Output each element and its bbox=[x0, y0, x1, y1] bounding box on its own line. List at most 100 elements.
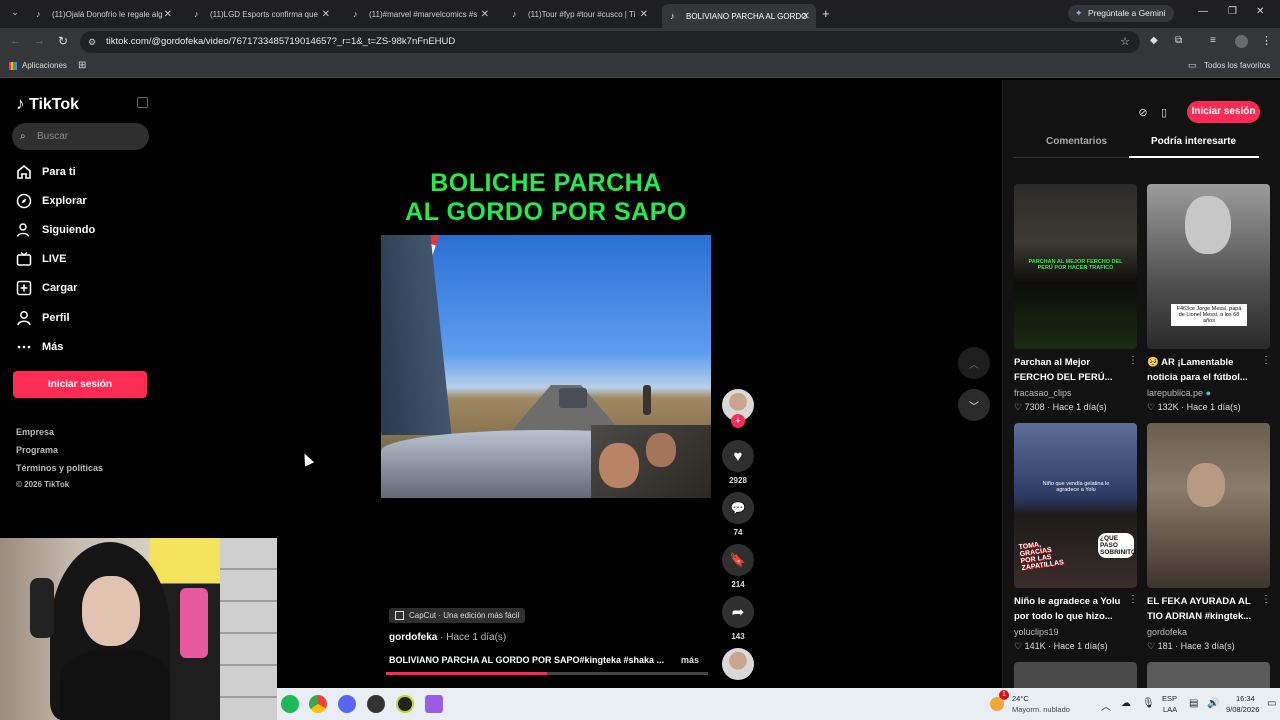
clock-date[interactable]: 9/08/2026 bbox=[1226, 705, 1259, 714]
apps-bookmark[interactable]: Aplicaciones bbox=[22, 61, 67, 70]
tray-overflow-icon[interactable]: ︿ bbox=[1101, 698, 1111, 713]
nav-para-ti[interactable]: Para ti bbox=[16, 162, 146, 182]
app-icon[interactable] bbox=[367, 695, 385, 713]
tab-groups-icon[interactable]: ⊞ bbox=[78, 60, 86, 71]
related-video-thumbnail[interactable] bbox=[1147, 662, 1270, 688]
footer-link-programa[interactable]: Programa bbox=[16, 445, 58, 455]
follow-plus-icon[interactable]: + bbox=[731, 414, 745, 428]
browser-tab[interactable]: ♪ (11)#marvel #marvelcomics #s ✕ bbox=[345, 4, 495, 24]
nav-live[interactable]: LIVE bbox=[16, 249, 146, 269]
new-tab-button[interactable]: + bbox=[822, 6, 830, 21]
browser-tab-active[interactable]: ♪ BOLIVIANO PARCHA AL GORDO ✕ bbox=[662, 4, 816, 28]
card-menu-icon[interactable]: ⋮ bbox=[1128, 594, 1138, 605]
mic-icon[interactable]: 🎙 bbox=[1142, 698, 1155, 709]
all-bookmarks-link[interactable]: Todos los favoritos bbox=[1204, 61, 1270, 70]
next-video-button[interactable]: ﹀ bbox=[958, 389, 990, 421]
related-video-title[interactable]: 🥺 AR ¡Lamentable noticia para el fútbol.… bbox=[1147, 355, 1265, 385]
related-video-user[interactable]: gordofeka bbox=[1147, 627, 1187, 637]
thumbnail-caption: PARCHAN AL MEJOR FERCHO DEL PERÚ POR HAC… bbox=[1028, 259, 1123, 271]
video-player[interactable] bbox=[381, 235, 711, 498]
browser-tab[interactable]: ♪ (11)Tour #fyp #tour #cusco | Ti ✕ bbox=[504, 4, 654, 24]
header-login-button[interactable]: Iniciar sesión bbox=[1187, 101, 1260, 123]
profile-avatar-icon[interactable] bbox=[1235, 35, 1248, 48]
related-video-user[interactable]: larepublica.pe ● bbox=[1147, 388, 1211, 398]
more-description-link[interactable]: más bbox=[681, 655, 699, 665]
save-button[interactable]: 🔖 bbox=[722, 544, 754, 576]
collapse-sidebar-icon[interactable] bbox=[137, 97, 148, 108]
nav-perfil[interactable]: Perfil bbox=[16, 308, 146, 328]
browser-tab[interactable]: ♪ (11)LGD Esports confirma que ✕ bbox=[186, 4, 336, 24]
chrome-icon[interactable] bbox=[309, 695, 327, 713]
like-button[interactable]: ♥ bbox=[722, 440, 754, 472]
comment-button[interactable]: 💬 bbox=[722, 492, 754, 524]
related-video-title[interactable]: EL FEKA AYURADA AL TIO ADRIAN #kingtek..… bbox=[1147, 594, 1265, 624]
nav-explorar[interactable]: Explorar bbox=[16, 191, 146, 211]
address-bar[interactable]: ⚙ tiktok.com/@gordofeka/video/7671733485… bbox=[80, 31, 1140, 53]
minimize-button[interactable]: — bbox=[1198, 6, 1208, 17]
share-button[interactable]: ➦ bbox=[722, 596, 754, 628]
reload-icon[interactable]: ↻ bbox=[58, 34, 68, 48]
browser-menu-icon[interactable]: ⋮ bbox=[1261, 34, 1272, 47]
tab-search-icon[interactable]: ⌄ bbox=[8, 7, 22, 21]
tab-podria-interesarte[interactable]: Podría interesarte bbox=[1151, 136, 1236, 147]
related-video-thumbnail[interactable]: F463ce Jorge Messi, papá de Lionel Messi… bbox=[1147, 184, 1270, 349]
card-menu-icon[interactable]: ⋮ bbox=[1261, 355, 1271, 366]
related-video-thumbnail[interactable] bbox=[1147, 423, 1270, 588]
video-progress-bar[interactable] bbox=[386, 672, 708, 675]
music-disc-avatar[interactable] bbox=[722, 648, 754, 680]
weather-desc[interactable]: Mayorm. nublado bbox=[1012, 705, 1070, 714]
weather-icon[interactable] bbox=[990, 697, 1004, 711]
coins-icon[interactable]: ⊘ bbox=[1133, 102, 1153, 122]
device-icon[interactable]: ▯ bbox=[1154, 102, 1174, 122]
previous-video-button[interactable]: ︿ bbox=[958, 347, 990, 379]
footer-link-terminos[interactable]: Términos y políticas bbox=[16, 463, 103, 473]
nav-mas[interactable]: Más bbox=[16, 337, 146, 357]
search-input[interactable]: ⌕ Buscar bbox=[12, 123, 149, 150]
tab-comentarios[interactable]: Comentarios bbox=[1046, 136, 1107, 147]
spotify-icon[interactable] bbox=[281, 695, 299, 713]
related-video-thumbnail[interactable]: Niño que vendía gelatina le agradece a Y… bbox=[1014, 423, 1137, 588]
related-video-thumbnail[interactable] bbox=[1014, 662, 1137, 688]
close-tab-icon[interactable]: ✕ bbox=[164, 9, 172, 20]
volume-icon[interactable]: 🔊 bbox=[1207, 698, 1219, 709]
related-video-user[interactable]: yoluclips19 bbox=[1014, 627, 1059, 637]
extensions-puzzle-icon[interactable]: ⧉ bbox=[1175, 35, 1182, 46]
obs-icon[interactable] bbox=[396, 695, 414, 713]
bookmark-star-icon[interactable]: ☆ bbox=[1120, 31, 1130, 53]
tiktok-logo[interactable]: ♪ TikTok bbox=[16, 94, 79, 114]
nav-siguiendo[interactable]: Siguiendo bbox=[16, 220, 146, 240]
maximize-button[interactable]: ❐ bbox=[1228, 6, 1237, 17]
discord-icon[interactable] bbox=[338, 695, 356, 713]
back-icon[interactable]: ← bbox=[10, 35, 21, 47]
media-control-icon[interactable]: ≡ bbox=[1210, 35, 1216, 46]
site-info-icon[interactable]: ⚙ bbox=[88, 31, 96, 53]
clock-time[interactable]: 16:34 bbox=[1236, 694, 1255, 703]
related-video-title[interactable]: Niño le agradece a Yolu por todo lo que … bbox=[1014, 594, 1132, 624]
nav-cargar[interactable]: Cargar bbox=[16, 278, 146, 298]
language-indicator[interactable]: ESP bbox=[1162, 694, 1177, 703]
close-tab-icon[interactable]: ✕ bbox=[640, 9, 648, 20]
video-author[interactable]: gordofeka · Hace 1 día(s) bbox=[389, 632, 506, 643]
related-video-user[interactable]: fracasao_clips bbox=[1014, 388, 1072, 398]
sidebar-login-button[interactable]: Iniciar sesión bbox=[13, 371, 147, 398]
card-menu-icon[interactable]: ⋮ bbox=[1128, 355, 1138, 366]
close-tab-icon[interactable]: ✕ bbox=[481, 9, 489, 20]
browser-tab[interactable]: ♪ (11)Ojalá Donofrio le regale alg ✕ bbox=[28, 4, 178, 24]
network-icon[interactable]: ▤ bbox=[1189, 698, 1198, 709]
close-window-button[interactable]: ✕ bbox=[1256, 6, 1264, 17]
extension-icon[interactable]: ◆ bbox=[1150, 35, 1158, 46]
gemini-button[interactable]: ✦ Pregúntale a Gemini bbox=[1068, 5, 1174, 22]
close-tab-icon[interactable]: ✕ bbox=[802, 11, 810, 22]
related-video-thumbnail[interactable]: PARCHAN AL MEJOR FERCHO DEL PERÚ POR HAC… bbox=[1014, 184, 1137, 349]
footer-link-empresa[interactable]: Empresa bbox=[16, 427, 54, 437]
app-icon[interactable] bbox=[425, 695, 443, 713]
forward-icon[interactable]: → bbox=[34, 35, 45, 47]
webcam-overlay bbox=[0, 538, 277, 720]
close-tab-icon[interactable]: ✕ bbox=[322, 9, 330, 20]
related-video-title[interactable]: Parchan al Mejor FERCHO DEL PERÚ... bbox=[1014, 355, 1132, 385]
card-menu-icon[interactable]: ⋮ bbox=[1261, 594, 1271, 605]
cloud-icon[interactable]: ☁ bbox=[1121, 698, 1131, 709]
weather-temp[interactable]: 24°C bbox=[1012, 694, 1029, 703]
notifications-icon[interactable]: ▭ bbox=[1267, 698, 1276, 709]
capcut-tag[interactable]: CapCut · Una edición más fácil bbox=[389, 608, 526, 623]
